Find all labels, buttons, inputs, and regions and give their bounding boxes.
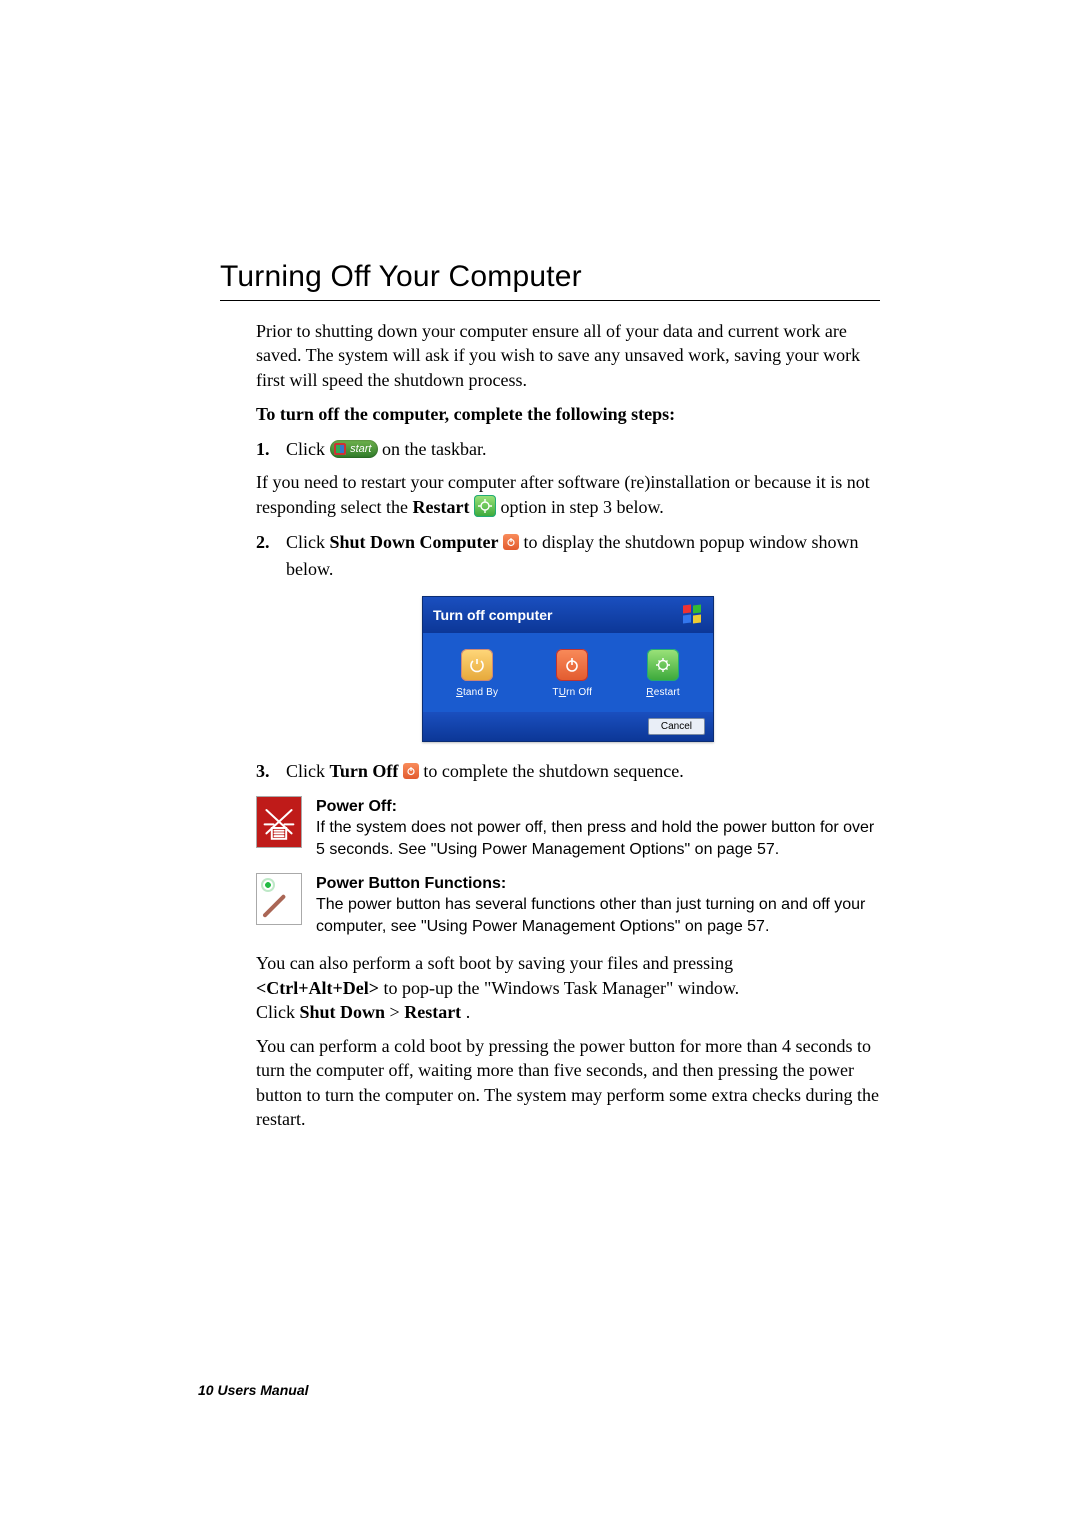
step-1-post: on the taskbar. — [382, 439, 486, 459]
step-3-pre: Click — [286, 761, 330, 781]
step-2-body: Click Shut Down Computer to display the … — [286, 529, 880, 581]
restart-inline-icon — [474, 495, 496, 517]
manual-page: Turning Off Your Computer Prior to shutt… — [0, 0, 1080, 1528]
turnoff-step3-icon — [403, 763, 419, 779]
restart-hint-post: option in step 3 below. — [500, 497, 663, 517]
soft-boot-l1a: You can also perform a soft boot by savi… — [256, 953, 733, 973]
title-rule — [220, 300, 880, 301]
dialog-title-text: Turn off computer — [433, 607, 553, 623]
start-button-icon: start — [330, 440, 378, 458]
turnoff-option[interactable]: TUrn Off — [552, 649, 592, 698]
step-2: 2. Click Shut Down Computer to display t… — [256, 529, 880, 581]
warning-icon — [256, 796, 302, 848]
cold-boot-paragraph: You can perform a cold boot by pressing … — [256, 1034, 880, 1131]
soft-boot-l2b: . — [466, 1002, 471, 1022]
step-3-post: to complete the shutdown sequence. — [423, 761, 683, 781]
page-footer: 10 Users Manual — [198, 1382, 309, 1398]
keyboard-shortcut: <Ctrl+Alt+Del> — [256, 978, 379, 998]
step-3-bold: Turn Off — [330, 761, 399, 781]
note-power-off-heading: Power Off: — [316, 796, 880, 818]
menu-shutdown: Shut Down — [300, 1002, 386, 1022]
step-1-pre: Click — [286, 439, 330, 459]
step-3: 3. Click Turn Off to complete the shutdo… — [256, 758, 880, 784]
dialog-body: Stand By TUrn Off Restart — [423, 633, 713, 712]
turnoff-icon — [556, 649, 588, 681]
menu-restart: Restart — [404, 1002, 461, 1022]
note-power-button-body: The power button has several functions o… — [316, 894, 880, 937]
turn-off-dialog: Turn off computer Stand By TUrn Off — [422, 596, 714, 742]
intro-paragraph: Prior to shutting down your computer ens… — [256, 319, 880, 392]
steps-heading: To turn off the computer, complete the f… — [256, 402, 880, 426]
restart-hint: If you need to restart your computer aft… — [256, 470, 880, 519]
step-3-body: Click Turn Off to complete the shutdown … — [286, 758, 880, 784]
step-2-pre: Click — [286, 532, 330, 552]
note-power-button: Power Button Functions: The power button… — [256, 873, 880, 938]
note-power-button-text: Power Button Functions: The power button… — [316, 873, 880, 938]
standby-option[interactable]: Stand By — [456, 649, 498, 698]
step-1-number: 1. — [256, 436, 272, 462]
note-power-off-body: If the system does not power off, then p… — [316, 817, 880, 860]
step-2-number: 2. — [256, 529, 272, 581]
page-title: Turning Off Your Computer — [220, 260, 880, 294]
restart-option[interactable]: Restart — [646, 649, 680, 698]
turnoff-inline-icon — [503, 534, 519, 550]
step-1-body: Click start on the taskbar. — [286, 436, 880, 462]
dialog-titlebar: Turn off computer — [423, 597, 713, 633]
standby-label: Stand By — [456, 687, 498, 698]
restart-icon — [647, 649, 679, 681]
step-2-bold: Shut Down Computer — [330, 532, 499, 552]
tip-icon — [256, 873, 302, 925]
step-3-number: 3. — [256, 758, 272, 784]
cancel-button[interactable]: Cancel — [648, 718, 705, 735]
windows-flag-icon — [683, 605, 703, 625]
note-power-off-text: Power Off: If the system does not power … — [316, 796, 880, 861]
restart-hint-bold: Restart — [412, 497, 469, 517]
restart-label: Restart — [646, 687, 680, 698]
start-button-label: start — [330, 440, 378, 458]
note-power-button-heading: Power Button Functions: — [316, 873, 880, 895]
dialog-footer: Cancel — [423, 712, 713, 741]
soft-boot-l1b: to pop-up the "Windows Task Manager" win… — [384, 978, 740, 998]
step-1: 1. Click start on the taskbar. — [256, 436, 880, 462]
turnoff-label: TUrn Off — [552, 687, 592, 698]
standby-icon — [461, 649, 493, 681]
soft-boot-paragraph: You can also perform a soft boot by savi… — [256, 951, 880, 1024]
note-power-off: Power Off: If the system does not power … — [256, 796, 880, 861]
menu-sep: > — [390, 1002, 405, 1022]
body-content: Prior to shutting down your computer ens… — [256, 319, 880, 1131]
soft-boot-l2a: Click — [256, 1002, 300, 1022]
